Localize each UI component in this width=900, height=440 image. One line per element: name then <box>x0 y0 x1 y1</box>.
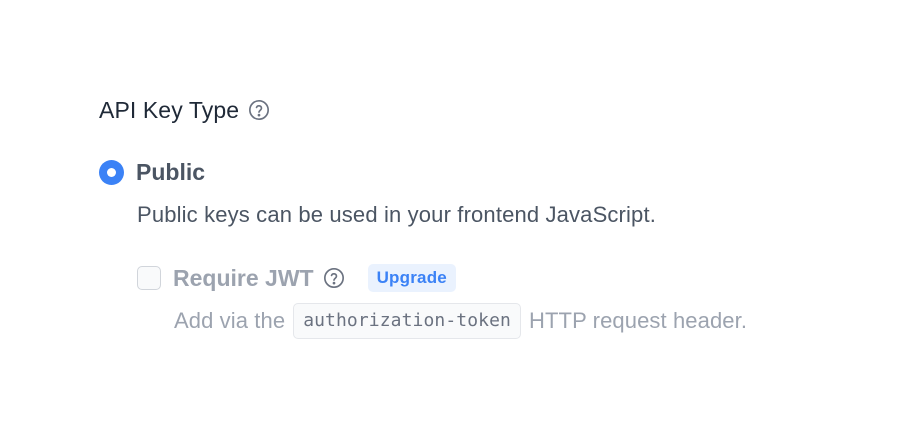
public-option-label[interactable]: Public <box>136 157 205 187</box>
section-title: API Key Type <box>99 97 240 123</box>
radio-selected-dot <box>107 167 116 177</box>
authorization-token-code: authorization-token <box>293 303 521 339</box>
question-circle-icon[interactable] <box>322 266 346 290</box>
question-circle-icon[interactable] <box>247 98 271 122</box>
require-jwt-desc-after: HTTP request header. <box>529 308 748 333</box>
public-option-description: Public keys can be used in your frontend… <box>137 202 656 227</box>
require-jwt-label-group: Require JWT <box>173 263 346 293</box>
require-jwt-label[interactable]: Require JWT <box>173 263 314 293</box>
upgrade-badge[interactable]: Upgrade <box>367 264 456 292</box>
require-jwt-option[interactable]: Require JWT Upgrade <box>137 263 456 293</box>
public-radio[interactable] <box>99 159 124 185</box>
require-jwt-desc-before: Add via the <box>174 308 286 333</box>
api-key-type-header: API Key Type <box>99 95 271 125</box>
require-jwt-checkbox[interactable] <box>137 266 161 290</box>
require-jwt-description: Add via the authorization-token HTTP req… <box>174 303 747 339</box>
public-option[interactable]: Public <box>99 157 205 187</box>
